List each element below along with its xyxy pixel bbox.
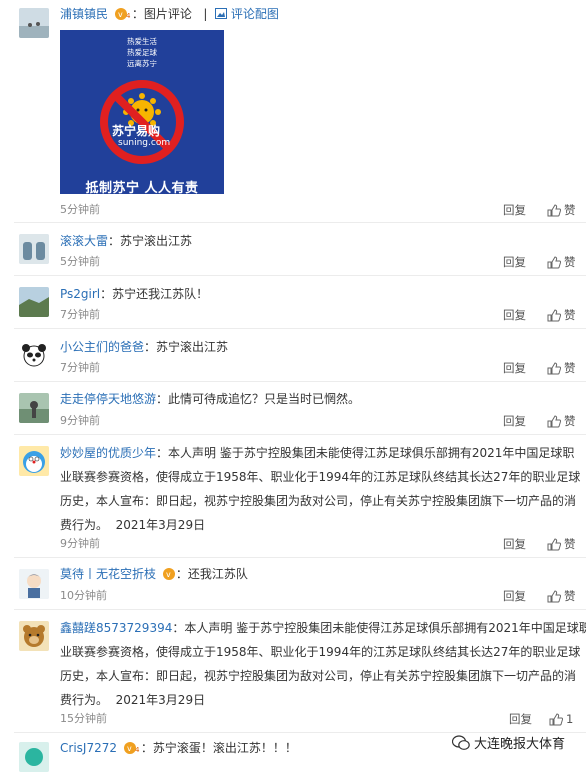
wechat-icon [452,734,470,750]
thumbs-up-icon [547,255,561,268]
like-button[interactable]: 赞 [547,537,576,551]
thumbs-up-icon [547,361,561,374]
watermark-text: 大连晚报大体育 [474,737,566,752]
comment-image-link[interactable]: 评论配图 [231,7,279,21]
timestamp: 10分钟前 [60,589,107,602]
comment-header: Ps2girl：苏宁还我江苏队！ [60,287,209,301]
timestamp: 5分钟前 [60,255,100,268]
avatar[interactable] [19,234,49,264]
comment-text: 苏宁滚出江苏 [120,234,193,248]
divider [14,222,586,223]
reply-button[interactable]: 回复 [503,255,526,269]
like-button[interactable]: 赞 [547,203,576,217]
username[interactable]: 小公主们的爸爸 [60,340,144,354]
like-button[interactable]: 赞 [547,414,576,428]
like-button[interactable]: 赞 [547,255,576,269]
divider [14,328,586,329]
comment-text: 图片评论 [143,7,192,21]
divider [14,609,586,610]
image-icon [215,8,228,19]
comment-text: 还我江苏队 [187,567,248,581]
timestamp: 7分钟前 [60,361,100,374]
avatar[interactable] [19,8,49,38]
timestamp: 9分钟前 [60,537,100,550]
avatar[interactable] [19,287,49,317]
vip-badge-icon: v4 [123,742,140,754]
like-button[interactable]: 1 [549,712,573,726]
avatar[interactable] [19,340,49,370]
thumbs-up-icon [547,537,561,550]
thumbs-up-icon [547,589,561,602]
reply-button[interactable]: 回复 [503,589,526,603]
username[interactable]: CrisJ7272 [60,741,117,755]
comment-header: 滚滚大雷：苏宁滚出江苏 [60,234,193,248]
divider [14,434,586,435]
like-button[interactable]: 赞 [547,361,576,375]
avatar[interactable] [19,742,49,772]
comment-body: 鑫囍蹉8573729394：本人声明 鉴于苏宁控股集团未能使得江苏足球俱乐部拥有… [60,621,586,707]
thumbs-up-icon [547,203,561,216]
reply-button[interactable]: 回复 [503,203,526,217]
svg-text:4: 4 [126,12,131,20]
like-button[interactable]: 赞 [547,589,576,603]
image-slogan: 热爱生活 热爱足球 远离苏宁 [127,37,157,68]
vip-badge-icon: v4 [114,8,131,20]
timestamp: 5分钟前 [60,203,100,216]
reply-button[interactable]: 回复 [503,537,526,551]
username[interactable]: 鑫囍蹉8573729394 [60,621,172,635]
like-button[interactable]: 赞 [547,308,576,322]
username[interactable]: 滚滚大雷 [60,234,108,248]
avatar[interactable] [19,569,49,599]
username[interactable]: 莫待丨无花空折枝 [60,567,156,581]
logo-en: suning.com [118,138,171,148]
divider [14,381,586,382]
thumbs-up-icon [547,414,561,427]
thumbs-up-icon [549,712,563,725]
svg-text:4: 4 [135,746,140,754]
divider [14,275,586,276]
timestamp: 7分钟前 [60,308,100,321]
comment-header: 走走停停天地悠游：此情可待成追忆？只是当时已惘然。 [60,392,361,406]
timestamp: 9分钟前 [60,414,100,427]
comment-header: CrisJ7272 v 4 ：苏宁滚蛋！滚出江苏！！！ [60,741,297,755]
comment-text: 苏宁滚蛋！滚出江苏！！！ [152,741,297,755]
divider [14,557,586,558]
reply-button[interactable]: 回复 [503,414,526,428]
username[interactable]: 浦镇镇民 [60,7,108,21]
image-banner: 抵制苏宁 人人有责 [85,181,199,194]
username[interactable]: Ps2girl [60,287,100,301]
svg-text:v: v [118,10,123,19]
logo-cn: 苏宁易购 [112,124,161,138]
comment-header: 浦镇镇民 v 4 ：图片评论 | 评论配图 [60,7,279,21]
avatar[interactable] [19,446,49,476]
vip-badge-icon: v [162,568,175,580]
comment-text: 苏宁滚出江苏 [156,340,229,354]
timestamp: 15分钟前 [60,712,107,725]
svg-text:v: v [127,744,132,753]
comment-header: 莫待丨无花空折枝 v ：还我江苏队 [60,567,248,581]
reply-button[interactable]: 回复 [503,308,526,322]
comment-image[interactable]: 热爱生活 热爱足球 远离苏宁 苏宁易购 suning.com 抵制苏宁 人人有责 [60,30,224,194]
watermark: 大连晚报大体育 [452,733,565,752]
reply-button[interactable]: 回复 [509,712,532,726]
username[interactable]: 走走停停天地悠游 [60,392,156,406]
thumbs-up-icon [547,308,561,321]
comment-header: 小公主们的爸爸：苏宁滚出江苏 [60,340,229,354]
comment-text: 苏宁还我江苏队！ [112,287,209,301]
avatar[interactable] [19,621,49,651]
comment-body: 妙妙屋的优质少年：本人声明 鉴于苏宁控股集团未能使得江苏足球俱乐部拥有2021年… [60,446,581,532]
reply-button[interactable]: 回复 [503,361,526,375]
username[interactable]: 妙妙屋的优质少年 [60,446,156,460]
avatar[interactable] [19,393,49,423]
svg-text:v: v [166,570,171,579]
comment-text: 此情可待成追忆？只是当时已惘然。 [168,392,361,406]
